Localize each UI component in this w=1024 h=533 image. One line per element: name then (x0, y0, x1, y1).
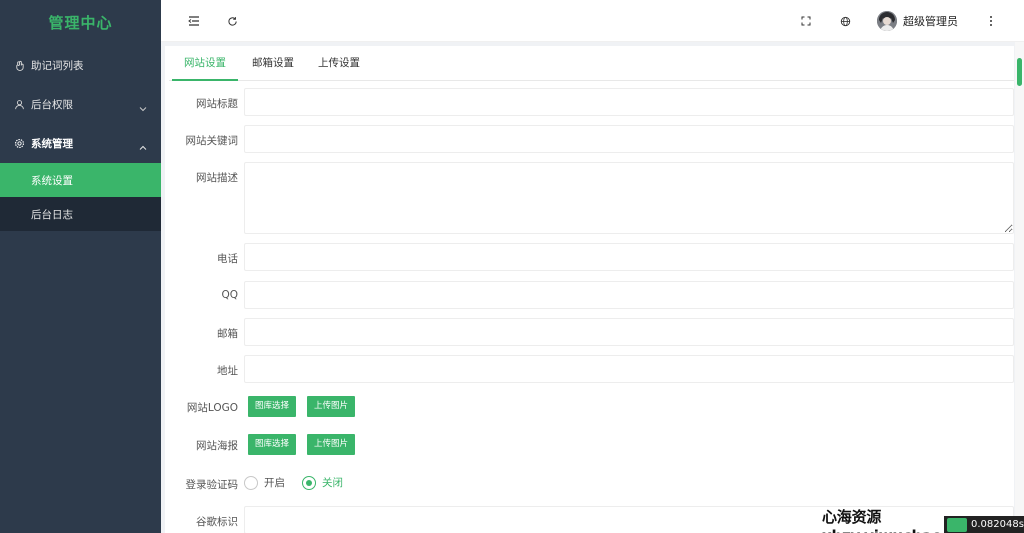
form-row-site-keywords: 网站关键词 (165, 125, 1014, 153)
timer-value: 0.082048s (971, 519, 1024, 530)
scroll-thumb[interactable] (1017, 58, 1022, 86)
form-row-login-captcha: 登录验证码 开启 关闭 (165, 474, 1014, 492)
scrollbar[interactable] (1015, 42, 1024, 533)
site-keywords-label: 网站关键词 (185, 135, 239, 147)
radio-label: 关闭 (322, 477, 343, 489)
form-row-email: 邮箱 (165, 318, 1014, 346)
chevron-up-icon (139, 141, 147, 154)
phone-input[interactable] (244, 243, 1014, 271)
google-id-label: 谷歌标识 (196, 516, 238, 528)
top-header: 超级管理员 (161, 0, 1024, 42)
menu-fold-icon[interactable] (186, 13, 202, 29)
site-keywords-input[interactable] (244, 125, 1014, 153)
user-name: 超级管理员 (903, 15, 958, 28)
address-label: 地址 (217, 365, 238, 377)
fullscreen-icon[interactable] (798, 13, 814, 29)
login-captcha-label: 登录验证码 (185, 479, 239, 491)
radio-circle (302, 475, 316, 490)
app-logo: 管理中心 (48, 14, 113, 32)
email-input[interactable] (244, 318, 1014, 346)
tab-email-settings[interactable]: 邮箱设置 (243, 46, 303, 81)
user-icon (13, 99, 25, 111)
form-row-site-description: 网站描述 (165, 162, 1014, 234)
form-row-site-title: 网站标题 (165, 88, 1014, 116)
sidebar-item-mnemonic-list[interactable]: 助记词列表 (0, 46, 161, 85)
user-menu[interactable]: 超级管理员 (877, 10, 958, 32)
sidebar-item-label: 系统管理 (31, 138, 73, 150)
form-row-phone: 电话 (165, 243, 1014, 271)
site-description-textarea[interactable] (244, 162, 1014, 234)
form-row-qq: QQ (165, 281, 1014, 309)
site-title-input[interactable] (244, 88, 1014, 116)
hand-icon (13, 60, 25, 72)
logo-gallery-button[interactable]: 图库选择 (248, 396, 296, 417)
address-input[interactable] (244, 355, 1014, 383)
site-logo-label: 网站LOGO (186, 402, 238, 414)
globe-icon[interactable] (837, 13, 853, 29)
sidebar-item-system-management[interactable]: 系统管理 (0, 124, 161, 163)
sidebar: 管理中心 助记词列表 后台权限 系统管理 系统设置 后台日志 (0, 0, 161, 533)
qq-label: QQ (221, 289, 238, 301)
render-timer: 0.082048s (944, 516, 1024, 533)
email-label: 邮箱 (217, 328, 238, 340)
poster-upload-button[interactable]: 上传图片 (307, 434, 355, 455)
submenu: 系统设置 后台日志 (0, 163, 161, 231)
form-row-address: 地址 (165, 355, 1014, 383)
captcha-off-radio[interactable]: 关闭 (302, 475, 343, 490)
site-description-label: 网站描述 (196, 172, 238, 184)
site-title-label: 网站标题 (196, 98, 238, 110)
radio-label: 开启 (264, 477, 285, 489)
sidebar-item-system-settings[interactable]: 系统设置 (0, 163, 161, 197)
sidebar-item-label: 后台权限 (31, 99, 73, 111)
tab-upload-settings[interactable]: 上传设置 (309, 46, 369, 81)
phone-label: 电话 (217, 253, 238, 265)
sidebar-item-admin-permissions[interactable]: 后台权限 (0, 85, 161, 124)
qq-input[interactable] (244, 281, 1014, 309)
form-row-site-logo: 网站LOGO 图库选择 上传图片 (165, 395, 1014, 419)
main-content: 网站设置 邮箱设置 上传设置 网站标题 网站关键词 网站描述 电话 QQ 邮箱 (161, 42, 1024, 533)
avatar (877, 11, 897, 31)
sidebar-item-admin-log[interactable]: 后台日志 (0, 197, 161, 231)
captcha-on-radio[interactable]: 开启 (244, 475, 285, 490)
leaf-icon (947, 517, 967, 532)
tab-site-settings[interactable]: 网站设置 (172, 46, 238, 81)
settings-panel: 网站设置 邮箱设置 上传设置 网站标题 网站关键词 网站描述 电话 QQ 邮箱 (165, 46, 1014, 533)
gear-icon (13, 138, 25, 150)
chevron-down-icon (139, 102, 147, 115)
form-row-site-poster: 网站海报 图库选择 上传图片 (165, 433, 1014, 457)
more-icon[interactable] (983, 13, 999, 29)
refresh-icon[interactable] (224, 13, 240, 29)
site-poster-label: 网站海报 (196, 440, 238, 452)
settings-tabs: 网站设置 邮箱设置 上传设置 (169, 46, 1014, 81)
poster-gallery-button[interactable]: 图库选择 (248, 434, 296, 455)
radio-circle (244, 475, 258, 490)
logo-upload-button[interactable]: 上传图片 (307, 396, 355, 417)
sidebar-item-label: 助记词列表 (31, 60, 84, 72)
